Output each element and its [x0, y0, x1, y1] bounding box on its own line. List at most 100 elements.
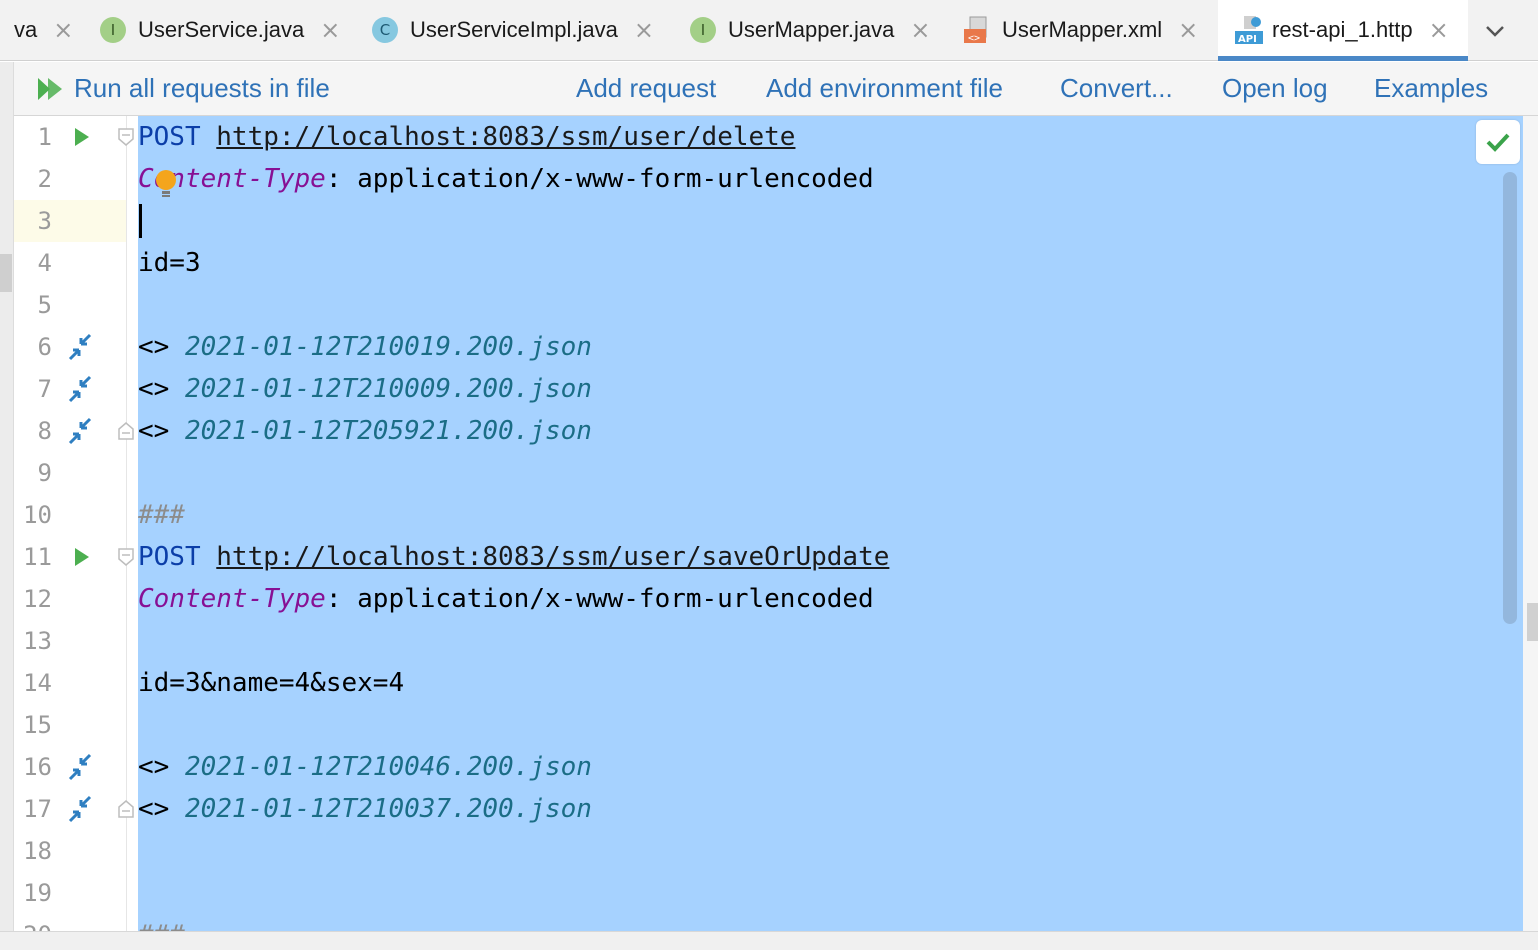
header-value: : application/x-www-form-urlencoded: [325, 164, 874, 194]
xml-file-icon: <>: [962, 15, 992, 45]
code-line[interactable]: ###: [138, 914, 185, 931]
compare-response-icon[interactable]: [64, 753, 96, 781]
add-request-button[interactable]: Add request: [576, 73, 716, 104]
line-number: 11: [23, 543, 52, 571]
close-icon[interactable]: ×: [910, 16, 930, 44]
inspection-status[interactable]: [1476, 120, 1520, 164]
response-file-link: 2021-01-12T210046.200.json: [184, 752, 592, 782]
open-log-button[interactable]: Open log: [1222, 73, 1328, 104]
code-line[interactable]: POST http://localhost:8083/ssm/user/save…: [138, 536, 889, 578]
response-prefix: <>: [138, 752, 185, 782]
line-number: 16: [23, 753, 52, 781]
http-method: POST: [138, 542, 201, 572]
http-api-icon: API: [1234, 15, 1264, 45]
request-url: http://localhost:8083/ssm/user/saveOrUpd…: [216, 542, 890, 572]
tab-truncated[interactable]: va ×: [14, 0, 73, 60]
tab-userservice-java[interactable]: I UserService.java ×: [100, 0, 340, 60]
compare-response-icon[interactable]: [64, 375, 96, 403]
line-number: 12: [23, 585, 52, 613]
tab-label: va: [14, 17, 38, 42]
run-all-icon[interactable]: [36, 76, 66, 102]
code-line[interactable]: Content-Type: application/x-www-form-url…: [138, 158, 874, 200]
line-number: 20: [14, 914, 52, 931]
response-prefix: <>: [138, 416, 185, 446]
fold-start-icon[interactable]: [117, 547, 135, 567]
code-line[interactable]: ###: [138, 494, 185, 536]
chevron-down-icon[interactable]: [1480, 16, 1510, 46]
line-number: 7: [37, 375, 52, 403]
code-line[interactable]: <> 2021-01-12T205921.200.json: [138, 410, 592, 452]
add-environment-file-button[interactable]: Add environment file: [766, 73, 1003, 104]
compare-response-icon[interactable]: [64, 795, 96, 823]
line-number: 5: [37, 291, 52, 319]
line-number: 15: [23, 711, 52, 739]
tab-rest-api-http[interactable]: API rest-api_1.http ×: [1218, 0, 1468, 61]
code-line[interactable]: <> 2021-01-12T210009.200.json: [138, 368, 592, 410]
response-prefix: <>: [138, 332, 185, 362]
code-line[interactable]: id=3: [138, 242, 201, 284]
http-client-toolbar: Run all requests in file Add request Add…: [14, 62, 1538, 116]
code-line[interactable]: <> 2021-01-12T210046.200.json: [138, 746, 592, 788]
compare-response-icon[interactable]: [64, 333, 96, 361]
close-icon[interactable]: ×: [1178, 16, 1198, 44]
status-bar: [0, 931, 1538, 950]
code-text: id=3&name=4&sex=4: [138, 668, 405, 698]
run-all-requests-button[interactable]: Run all requests in file: [74, 73, 330, 104]
left-tool-strip: [0, 62, 14, 932]
right-gutter: [1523, 116, 1538, 931]
close-icon[interactable]: ×: [1429, 16, 1449, 44]
line-number: 3: [37, 207, 52, 235]
line-number: 10: [23, 501, 52, 529]
convert-button[interactable]: Convert...: [1060, 73, 1173, 104]
line-number: 14: [23, 669, 52, 697]
http-method: POST: [138, 122, 201, 152]
code-text: id=3: [138, 248, 201, 278]
response-file-link: 2021-01-12T210037.200.json: [184, 794, 592, 824]
line-number: 13: [23, 627, 52, 655]
tab-usermapper-java[interactable]: I UserMapper.java ×: [690, 0, 930, 60]
examples-button[interactable]: Examples: [1374, 73, 1488, 104]
response-file-link: 2021-01-12T210019.200.json: [184, 332, 592, 362]
close-icon[interactable]: ×: [634, 16, 654, 44]
request-separator: ###: [138, 500, 185, 530]
tab-label: UserService.java: [138, 17, 305, 42]
fold-end-icon[interactable]: [117, 799, 135, 819]
tab-usermapper-xml[interactable]: <> UserMapper.xml ×: [962, 0, 1198, 60]
vertical-scrollbar[interactable]: [1503, 172, 1517, 624]
run-request-icon[interactable]: [73, 547, 91, 567]
line-number: 17: [23, 795, 52, 823]
tab-label: UserMapper.java: [728, 17, 895, 42]
fold-start-icon[interactable]: [117, 127, 135, 147]
fold-end-icon[interactable]: [117, 421, 135, 441]
code-line[interactable]: POST http://localhost:8083/ssm/user/dele…: [138, 116, 795, 158]
line-number: 18: [23, 837, 52, 865]
active-tab-indicator: [1218, 56, 1468, 61]
code-line[interactable]: id=3&name=4&sex=4: [138, 662, 404, 704]
lightbulb-icon[interactable]: [155, 168, 177, 200]
code-line[interactable]: Content-Type: application/x-www-form-url…: [138, 578, 874, 620]
line-number: 6: [37, 333, 52, 361]
close-icon[interactable]: ×: [320, 16, 340, 44]
line-number: 2: [37, 165, 52, 193]
right-gutter-marker: [1527, 603, 1538, 641]
response-file-link: 2021-01-12T205921.200.json: [184, 416, 592, 446]
tab-label: rest-api_1.http: [1272, 17, 1413, 42]
checkmark-icon: [1486, 133, 1510, 152]
header-name: Content-Type: [138, 584, 326, 614]
response-prefix: <>: [138, 374, 185, 404]
code-line[interactable]: <> 2021-01-12T210019.200.json: [138, 326, 592, 368]
run-request-icon[interactable]: [73, 127, 91, 147]
line-number: 4: [37, 249, 52, 277]
editor-tab-bar: va × I UserService.java × C UserServiceI…: [0, 0, 1538, 61]
class-icon: C: [372, 17, 398, 43]
tab-userserviceimpl-java[interactable]: C UserServiceImpl.java ×: [372, 0, 654, 60]
response-prefix: <>: [138, 794, 185, 824]
response-file-link: 2021-01-12T210009.200.json: [184, 374, 592, 404]
code-line[interactable]: <> 2021-01-12T210037.200.json: [138, 788, 592, 830]
tab-label: UserMapper.xml: [1002, 17, 1163, 42]
compare-response-icon[interactable]: [64, 417, 96, 445]
text-caret: [139, 204, 142, 238]
line-number: 8: [37, 417, 52, 445]
close-icon[interactable]: ×: [53, 16, 73, 44]
svg-text:<>: <>: [968, 33, 980, 44]
